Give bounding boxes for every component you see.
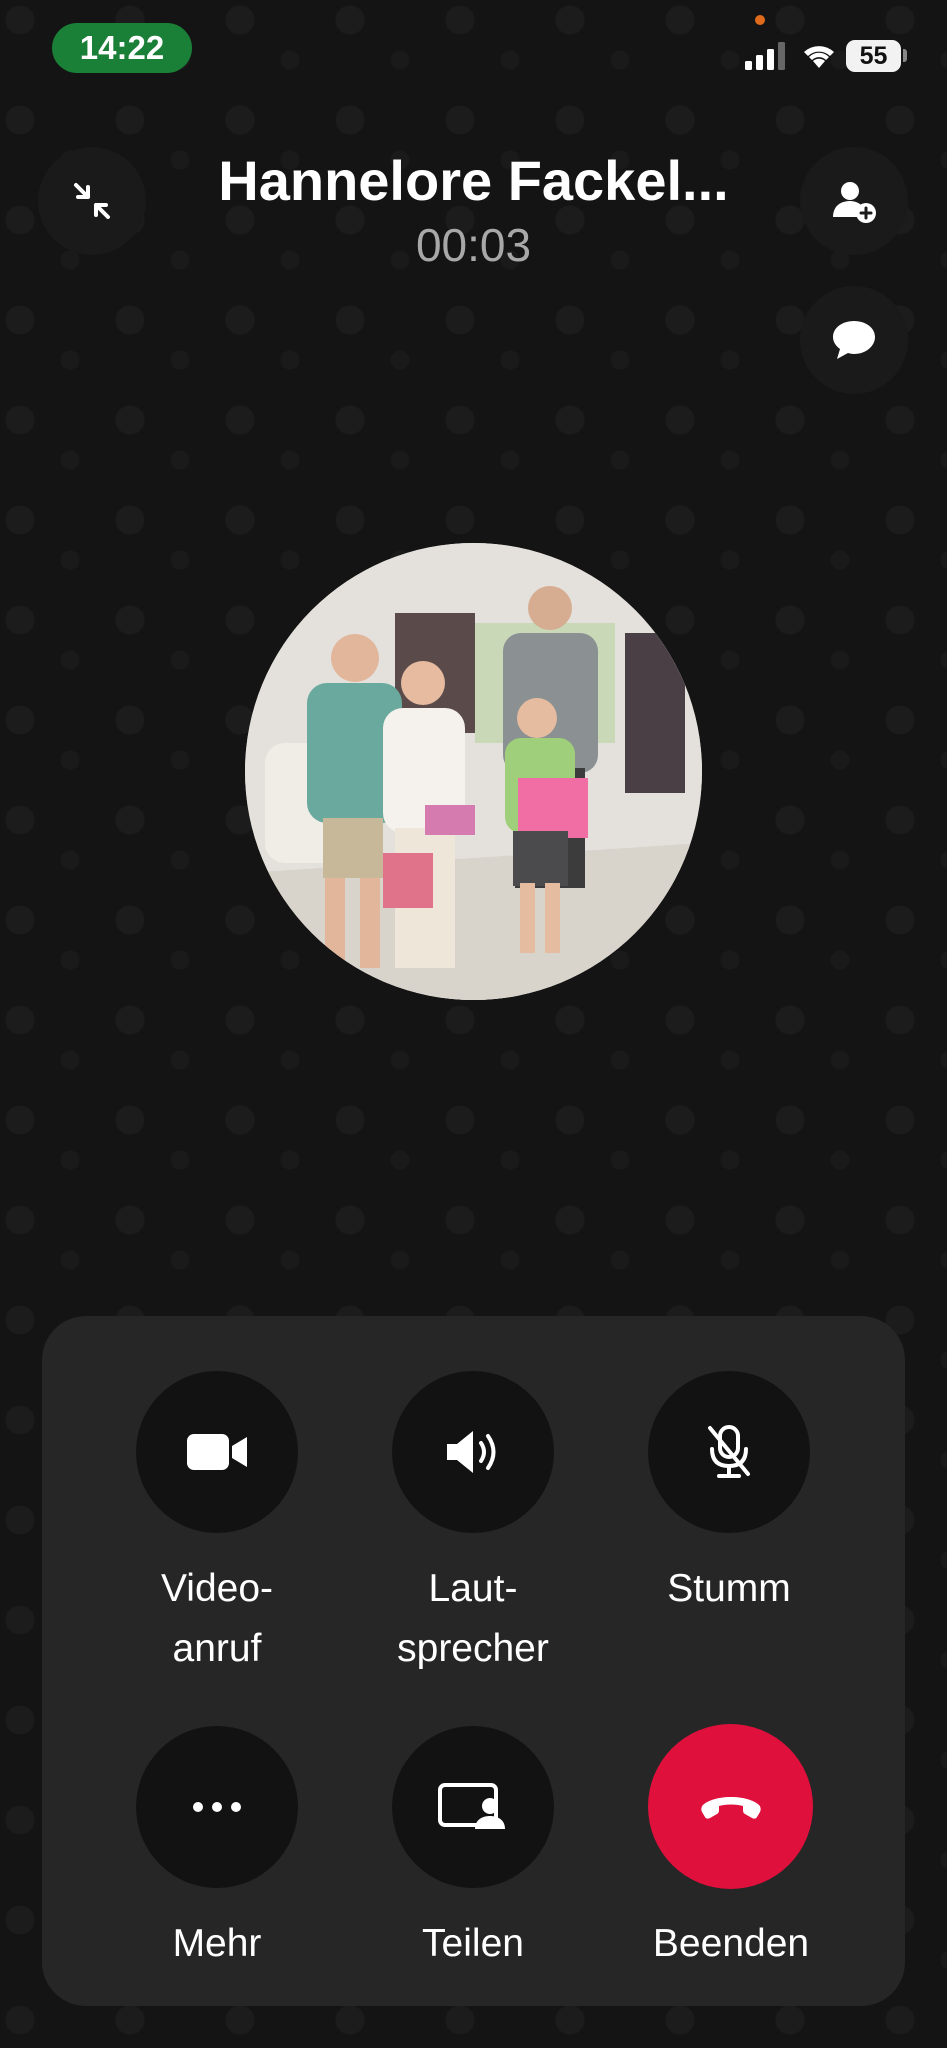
family-photo-illustration	[245, 543, 702, 1000]
call-controls-panel: Video- anruf Laut- sprecher Stumm Mehr T…	[42, 1316, 905, 2006]
video-call-button[interactable]	[136, 1371, 298, 1533]
video-camera-icon	[187, 1434, 247, 1470]
speaker-icon	[447, 1431, 496, 1473]
minimize-call-button[interactable]	[38, 147, 146, 255]
end-call-label: Beenden	[652, 1922, 810, 1965]
speaker-label-line1: Laut-	[428, 1567, 518, 1610]
share-label: Teilen	[422, 1922, 524, 1965]
collapse-arrows-icon	[74, 183, 110, 219]
cellular-signal-icon	[745, 42, 785, 70]
status-time-text: 14:22	[79, 29, 165, 66]
more-label: Mehr	[172, 1922, 262, 1965]
more-button[interactable]	[136, 1726, 298, 1888]
wifi-icon	[804, 46, 834, 68]
chat-button[interactable]	[800, 286, 908, 394]
status-time: 14:22	[52, 23, 192, 73]
add-participant-button[interactable]	[800, 147, 908, 255]
battery-tip	[903, 49, 907, 62]
speaker-label-line2: sprecher	[397, 1627, 549, 1670]
battery-level: 55	[859, 41, 888, 70]
ellipsis-icon	[193, 1802, 241, 1812]
speaker-button[interactable]	[392, 1371, 554, 1533]
microphone-off-icon	[708, 1425, 750, 1478]
video-call-label: Video- anruf	[97, 1559, 337, 1679]
speaker-label: Laut- sprecher	[353, 1559, 593, 1679]
camera-indicator-dot	[755, 15, 765, 25]
caller-name: Hannelore Fackel...	[218, 149, 729, 212]
video-call-label-line2: anruf	[172, 1627, 262, 1670]
call-duration: 00:03	[415, 219, 532, 271]
video-call-label-line1: Video-	[160, 1567, 274, 1610]
hang-up-phone-icon	[700, 1796, 761, 1819]
battery-icon: 55	[846, 40, 901, 72]
screen-share-icon	[438, 1783, 505, 1829]
end-call-button[interactable]	[648, 1724, 813, 1889]
chat-bubble-icon	[833, 321, 875, 359]
mute-label: Stumm	[667, 1567, 791, 1610]
status-bar: 14:22 55	[0, 0, 947, 100]
mute-button[interactable]	[648, 1371, 810, 1533]
add-person-icon	[833, 182, 876, 223]
caller-avatar-photo	[245, 543, 702, 1000]
share-screen-button[interactable]	[392, 1726, 554, 1888]
